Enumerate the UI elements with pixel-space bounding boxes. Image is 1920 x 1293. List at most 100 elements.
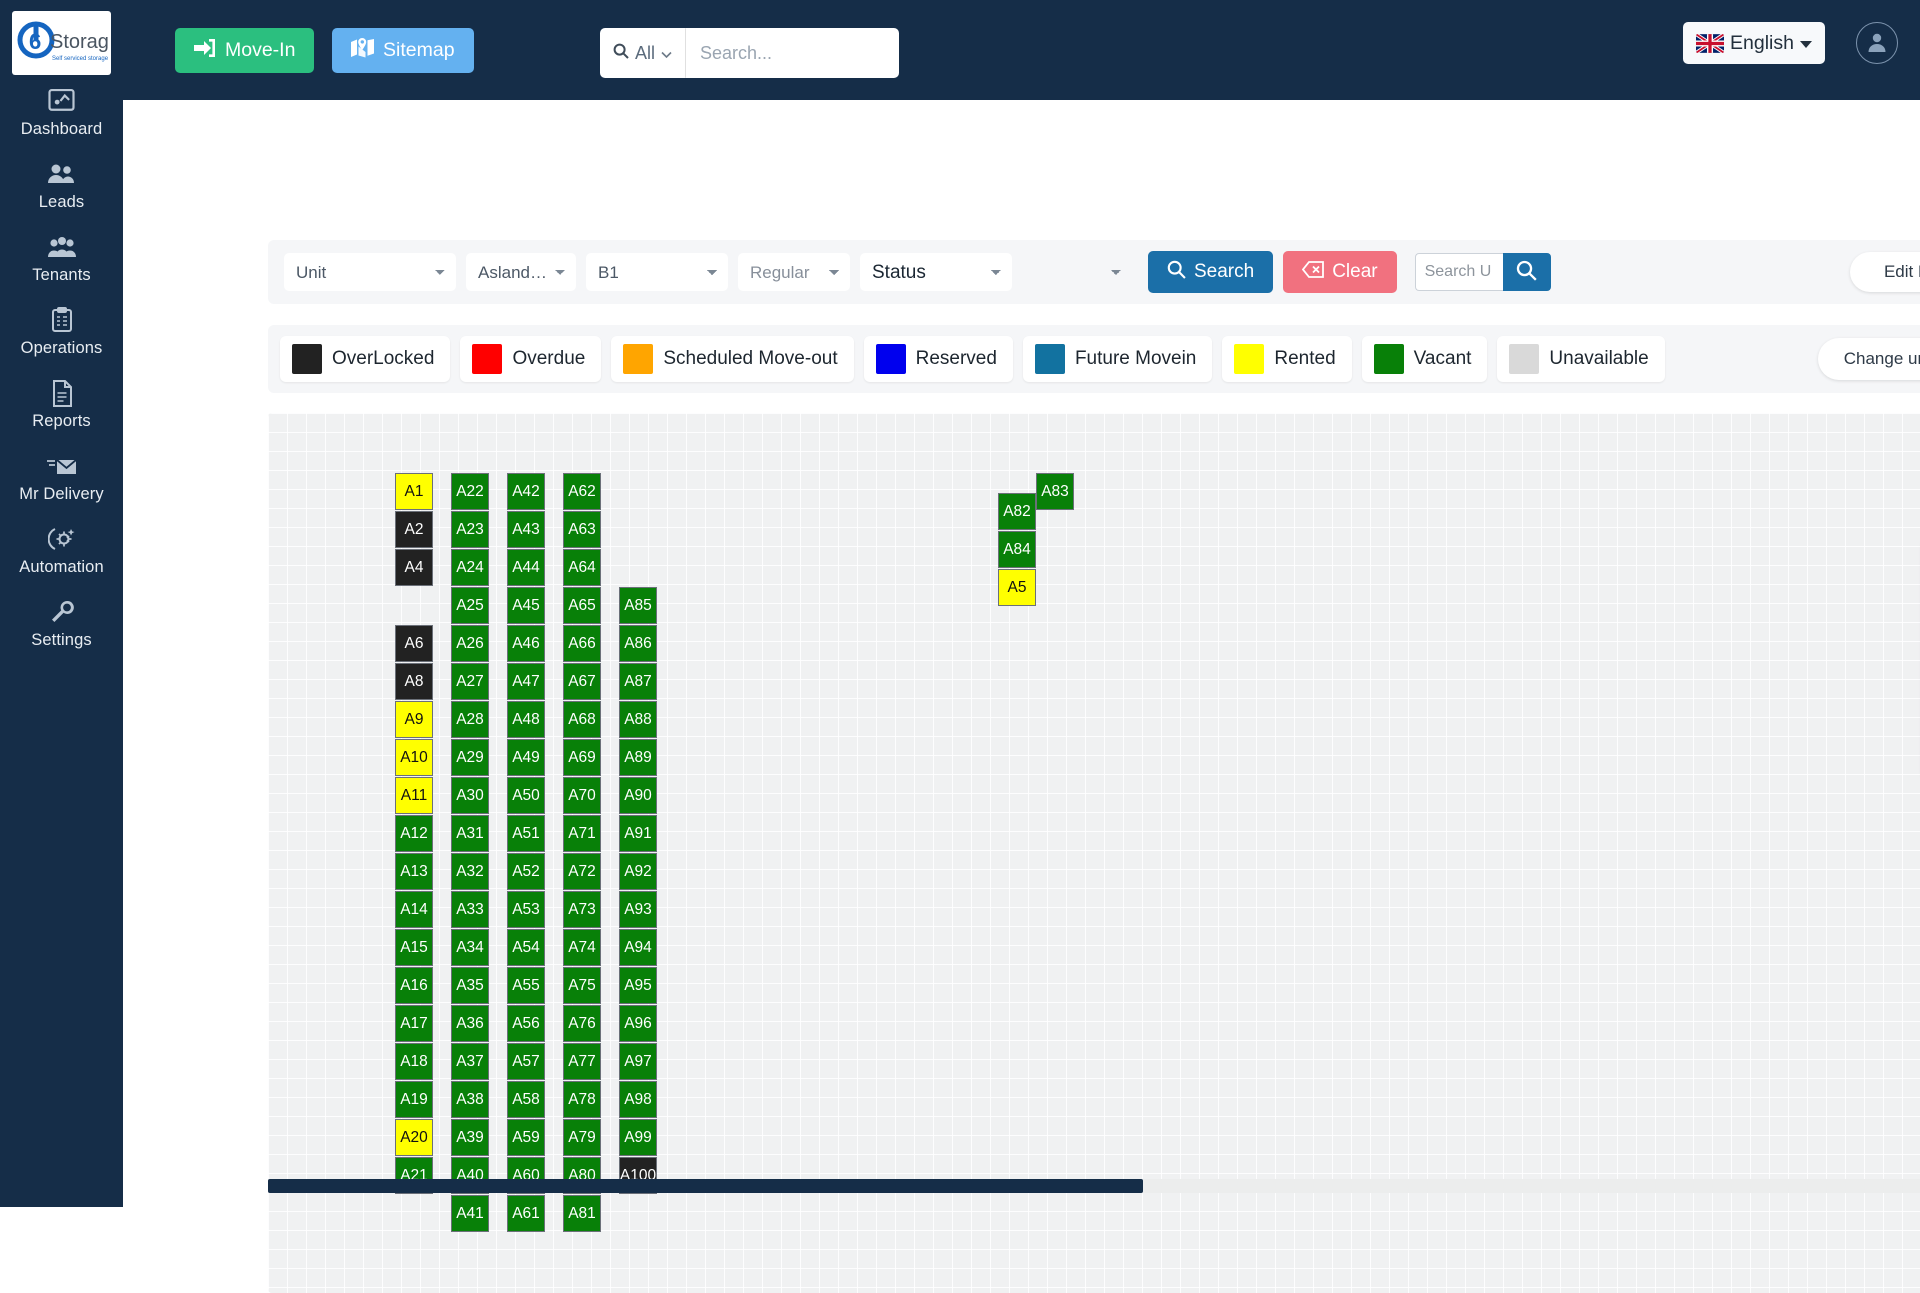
unit-a72[interactable]: A72 xyxy=(563,853,601,890)
unit-a16[interactable]: A16 xyxy=(395,967,433,1004)
search-scope-dropdown[interactable]: All xyxy=(600,28,687,78)
unit-a77[interactable]: A77 xyxy=(563,1043,601,1080)
edit-layout-button[interactable]: Edit Layout xyxy=(1849,252,1920,292)
unit-a19[interactable]: A19 xyxy=(395,1081,433,1118)
unit-a1[interactable]: A1 xyxy=(395,473,433,510)
unit-a12[interactable]: A12 xyxy=(395,815,433,852)
unit-a15[interactable]: A15 xyxy=(395,929,433,966)
unit-a83[interactable]: A83 xyxy=(1036,473,1074,510)
unit-a75[interactable]: A75 xyxy=(563,967,601,1004)
unit-a26[interactable]: A26 xyxy=(451,625,489,662)
unit-a25[interactable]: A25 xyxy=(451,587,489,624)
unit-a20[interactable]: A20 xyxy=(395,1119,433,1156)
unit-a45[interactable]: A45 xyxy=(507,587,545,624)
unit-a39[interactable]: A39 xyxy=(451,1119,489,1156)
unit-search-button[interactable] xyxy=(1502,253,1551,291)
store-filter-select[interactable]: Asland Sto xyxy=(466,253,576,291)
legend-item[interactable]: Reserved xyxy=(863,336,1013,382)
unit-a74[interactable]: A74 xyxy=(563,929,601,966)
unit-a59[interactable]: A59 xyxy=(507,1119,545,1156)
unit-a49[interactable]: A49 xyxy=(507,739,545,776)
unit-a70[interactable]: A70 xyxy=(563,777,601,814)
sidebar-item-settings[interactable]: Settings xyxy=(0,586,123,659)
unit-a85[interactable]: A85 xyxy=(619,587,657,624)
unit-a31[interactable]: A31 xyxy=(451,815,489,852)
sidebar-item-operations[interactable]: Operations xyxy=(0,294,123,367)
unit-type-filter-select[interactable]: Regular xyxy=(738,253,850,291)
unit-a32[interactable]: A32 xyxy=(451,853,489,890)
unit-a84[interactable]: A84 xyxy=(998,531,1036,568)
change-unit-color-button[interactable]: Change unit color xyxy=(1817,338,1920,380)
unit-a10[interactable]: A10 xyxy=(395,739,433,776)
sidebar-item-reports[interactable]: Reports xyxy=(0,367,123,440)
unit-a23[interactable]: A23 xyxy=(451,511,489,548)
unit-a41[interactable]: A41 xyxy=(451,1195,489,1232)
unit-a64[interactable]: A64 xyxy=(563,549,601,586)
unit-a54[interactable]: A54 xyxy=(507,929,545,966)
unit-a42[interactable]: A42 xyxy=(507,473,545,510)
search-button[interactable]: Search xyxy=(1148,251,1274,293)
sidebar-item-leads[interactable]: Leads xyxy=(0,148,123,221)
sidebar-item-mr-delivery[interactable]: Mr Delivery xyxy=(0,440,123,513)
extra-filter-select[interactable] xyxy=(1022,253,1132,291)
unit-a56[interactable]: A56 xyxy=(507,1005,545,1042)
language-selector[interactable]: English xyxy=(1683,22,1825,64)
unit-a96[interactable]: A96 xyxy=(619,1005,657,1042)
app-logo[interactable]: 6 Storage Self serviced storage xyxy=(12,11,111,75)
unit-a82[interactable]: A82 xyxy=(998,493,1036,530)
unit-a53[interactable]: A53 xyxy=(507,891,545,928)
unit-a22[interactable]: A22 xyxy=(451,473,489,510)
legend-item[interactable]: Future Movein xyxy=(1022,336,1213,382)
legend-item[interactable]: Overdue xyxy=(460,336,602,382)
unit-a95[interactable]: A95 xyxy=(619,967,657,1004)
unit-a89[interactable]: A89 xyxy=(619,739,657,776)
unit-a78[interactable]: A78 xyxy=(563,1081,601,1118)
unit-a58[interactable]: A58 xyxy=(507,1081,545,1118)
unit-a46[interactable]: A46 xyxy=(507,625,545,662)
unit-a67[interactable]: A67 xyxy=(563,663,601,700)
move-in-button[interactable]: Move-In xyxy=(175,28,315,73)
unit-a76[interactable]: A76 xyxy=(563,1005,601,1042)
unit-a33[interactable]: A33 xyxy=(451,891,489,928)
unit-a34[interactable]: A34 xyxy=(451,929,489,966)
legend-item[interactable]: OverLocked xyxy=(280,336,451,382)
unit-a92[interactable]: A92 xyxy=(619,853,657,890)
unit-a13[interactable]: A13 xyxy=(395,853,433,890)
unit-a52[interactable]: A52 xyxy=(507,853,545,890)
unit-a55[interactable]: A55 xyxy=(507,967,545,1004)
unit-a35[interactable]: A35 xyxy=(451,967,489,1004)
unit-a93[interactable]: A93 xyxy=(619,891,657,928)
unit-a88[interactable]: A88 xyxy=(619,701,657,738)
account-button[interactable] xyxy=(1856,22,1898,64)
unit-a90[interactable]: A90 xyxy=(619,777,657,814)
unit-a91[interactable]: A91 xyxy=(619,815,657,852)
unit-a51[interactable]: A51 xyxy=(507,815,545,852)
unit-a8[interactable]: A8 xyxy=(395,663,433,700)
horizontal-scrollbar[interactable] xyxy=(268,1179,1920,1193)
horizontal-scrollbar-thumb[interactable] xyxy=(268,1179,1143,1193)
unit-a17[interactable]: A17 xyxy=(395,1005,433,1042)
unit-a28[interactable]: A28 xyxy=(451,701,489,738)
unit-a30[interactable]: A30 xyxy=(451,777,489,814)
unit-a86[interactable]: A86 xyxy=(619,625,657,662)
unit-a98[interactable]: A98 xyxy=(619,1081,657,1118)
unit-a47[interactable]: A47 xyxy=(507,663,545,700)
unit-a99[interactable]: A99 xyxy=(619,1119,657,1156)
sidebar-item-dashboard[interactable]: Dashboard xyxy=(0,75,123,148)
unit-a9[interactable]: A9 xyxy=(395,701,433,738)
unit-a4[interactable]: A4 xyxy=(395,549,433,586)
unit-a73[interactable]: A73 xyxy=(563,891,601,928)
unit-a29[interactable]: A29 xyxy=(451,739,489,776)
unit-a6[interactable]: A6 xyxy=(395,625,433,662)
status-filter-select[interactable]: Status xyxy=(860,253,1012,291)
unit-a37[interactable]: A37 xyxy=(451,1043,489,1080)
unit-a36[interactable]: A36 xyxy=(451,1005,489,1042)
unit-a61[interactable]: A61 xyxy=(507,1195,545,1232)
unit-search-input[interactable] xyxy=(1414,253,1503,291)
unit-a14[interactable]: A14 xyxy=(395,891,433,928)
unit-a50[interactable]: A50 xyxy=(507,777,545,814)
building-filter-select[interactable]: B1 xyxy=(586,253,728,291)
unit-a24[interactable]: A24 xyxy=(451,549,489,586)
unit-a44[interactable]: A44 xyxy=(507,549,545,586)
unit-a97[interactable]: A97 xyxy=(619,1043,657,1080)
